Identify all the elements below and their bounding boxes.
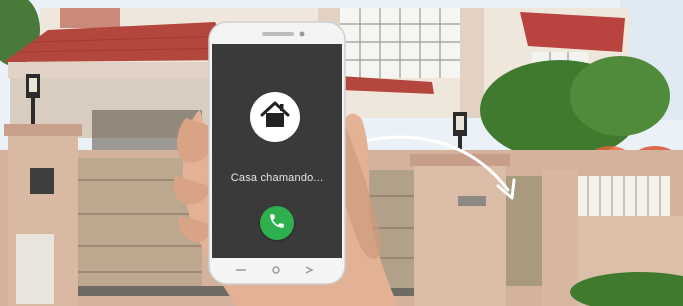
incoming-call-screen: Casa chamando...: [212, 44, 342, 258]
wall-mailbox: [30, 168, 54, 194]
photo-scene: Casa chamando...: [0, 0, 683, 306]
caller-avatar: [250, 92, 300, 142]
intercom-plate: [458, 196, 486, 206]
answer-call-button[interactable]: [260, 206, 294, 240]
caller-status-text: Casa chamando...: [230, 172, 324, 184]
awning: [520, 12, 625, 52]
right-pillar: [414, 160, 506, 306]
utility-box: [16, 234, 54, 304]
phone-speaker: [262, 32, 294, 36]
house-icon: [258, 98, 292, 137]
phone-handset-icon: [268, 212, 286, 235]
